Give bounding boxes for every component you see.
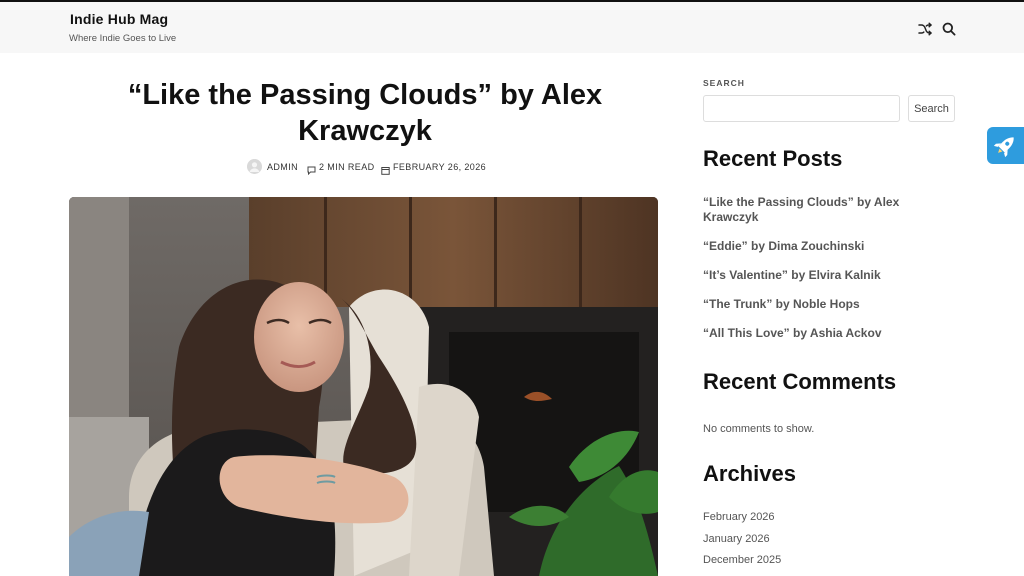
- post-meta: ADMIN 2 MIN READ FEBRUARY 26, 2026: [0, 159, 1024, 176]
- read-time: 2 MIN READ: [319, 162, 375, 172]
- archive-link[interactable]: December 2025: [703, 554, 781, 566]
- site-title-link[interactable]: Indie Hub Mag: [70, 11, 168, 27]
- no-comments-text: No comments to show.: [703, 423, 815, 435]
- list-item: “Like the Passing Clouds” by Alex Krawcz…: [703, 195, 928, 239]
- search-button[interactable]: Search: [908, 95, 955, 122]
- recent-post-link[interactable]: “Eddie” by Dima Zouchinski: [703, 239, 864, 253]
- search-widget-label: SEARCH: [703, 78, 745, 88]
- recent-comments-heading: Recent Comments: [703, 369, 897, 394]
- rocket-icon: [987, 137, 1024, 168]
- recent-post-link[interactable]: “Like the Passing Clouds” by Alex Krawcz…: [703, 195, 899, 224]
- recent-post-link[interactable]: “All This Love” by Ashia Ackov: [703, 326, 882, 340]
- archive-link[interactable]: February 2026: [703, 511, 775, 523]
- site-header: Indie Hub Mag Where Indie Goes to Live: [0, 2, 1024, 53]
- recent-posts-heading: Recent Posts: [703, 146, 843, 171]
- site-tagline: Where Indie Goes to Live: [69, 33, 177, 44]
- author-avatar[interactable]: [247, 159, 262, 174]
- featured-image: [69, 197, 658, 576]
- recent-post-link[interactable]: “The Trunk” by Noble Hops: [703, 297, 860, 311]
- archives-heading: Archives: [703, 461, 796, 486]
- shuffle-icon[interactable]: [917, 21, 933, 37]
- list-item: “Eddie” by Dima Zouchinski: [703, 239, 928, 268]
- search-icon[interactable]: [941, 21, 957, 37]
- post-title: “Like the Passing Clouds” by Alex Krawcz…: [127, 79, 603, 147]
- rocket-button[interactable]: [987, 127, 1024, 164]
- author-link[interactable]: ADMIN: [267, 162, 298, 172]
- calendar-icon: [381, 162, 390, 175]
- list-item: “All This Love” by Ashia Ackov: [703, 326, 928, 355]
- archive-link[interactable]: January 2026: [703, 533, 770, 545]
- list-item: “The Trunk” by Noble Hops: [703, 297, 928, 326]
- list-item: January 2026: [703, 533, 781, 555]
- post-date-link[interactable]: FEBRUARY 26, 2026: [393, 162, 486, 172]
- comment-icon: [307, 162, 316, 176]
- list-item: “It’s Valentine” by Elvira Kalnik: [703, 268, 928, 297]
- list-item: February 2026: [703, 511, 781, 533]
- search-input[interactable]: [703, 95, 900, 122]
- archives-list: February 2026 January 2026 December 2025: [703, 511, 781, 576]
- recent-posts-list: “Like the Passing Clouds” by Alex Krawcz…: [703, 195, 928, 355]
- recent-post-link[interactable]: “It’s Valentine” by Elvira Kalnik: [703, 268, 881, 282]
- list-item: December 2025: [703, 554, 781, 576]
